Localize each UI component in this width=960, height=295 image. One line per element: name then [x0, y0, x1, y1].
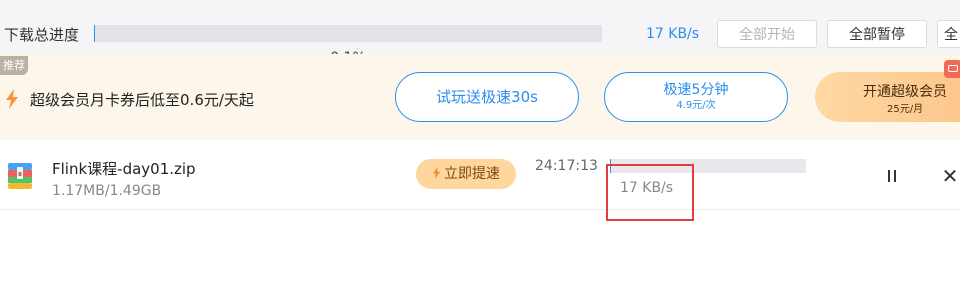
super-vip-price: 25元/月	[887, 104, 924, 115]
pause-icon[interactable]	[880, 165, 904, 189]
speed-5min-button[interactable]: 极速5分钟 4.9元/次	[604, 72, 788, 122]
total-progress-fill	[94, 25, 95, 42]
trial-speed-button[interactable]: 试玩送极速30s	[395, 72, 579, 122]
speed-5min-title: 极速5分钟	[663, 82, 729, 98]
chat-icon[interactable]	[944, 60, 960, 78]
promo-text: 超级会员月卡券后低至0.6元/天起	[30, 91, 254, 109]
total-progress-bar: 0.1%	[94, 25, 602, 66]
file-size: 1.17MB/1.49GB	[52, 183, 162, 199]
pause-all-button[interactable]: 全部暂停	[827, 20, 927, 48]
recommend-tag: 推荐	[0, 56, 28, 75]
boost-button[interactable]: 立即提速	[416, 159, 516, 189]
super-vip-title: 开通超级会员	[863, 84, 947, 100]
speed-highlight-box	[606, 164, 694, 221]
file-name: Flink课程-day01.zip	[52, 160, 196, 178]
lightning-icon	[432, 167, 441, 179]
time-remaining: 24:17:13	[535, 158, 598, 174]
total-progress-title: 下载总进度	[4, 26, 80, 44]
close-icon[interactable]: ✕	[938, 164, 960, 188]
start-all-button[interactable]: 全部开始	[717, 20, 817, 48]
total-speed: 17 KB/s	[646, 26, 700, 42]
more-button[interactable]: 全	[937, 20, 960, 48]
super-vip-button[interactable]: 开通超级会员 25元/月	[815, 72, 960, 122]
lightning-icon	[6, 89, 18, 109]
speed-5min-price: 4.9元/次	[676, 100, 716, 111]
boost-label: 立即提速	[444, 166, 500, 182]
zip-archive-icon	[8, 163, 32, 189]
